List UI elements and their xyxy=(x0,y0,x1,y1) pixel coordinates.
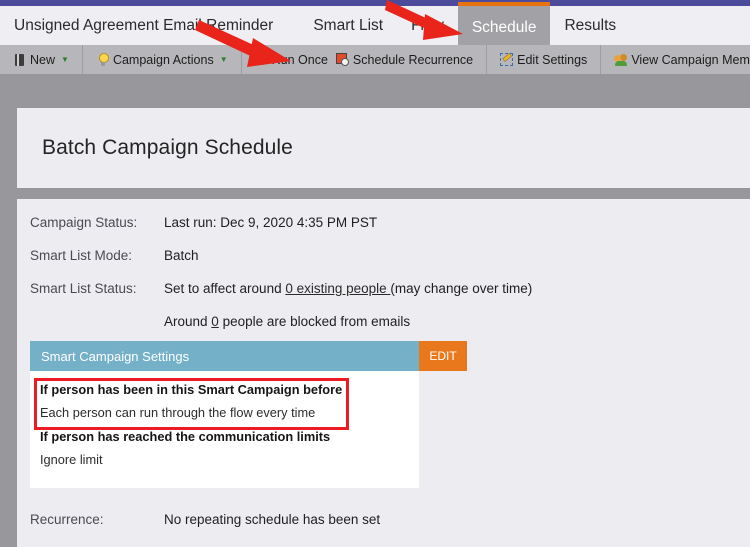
tab-bar: Unsigned Agreement Email Reminder Smart … xyxy=(0,2,750,45)
blocked-prefix: Around xyxy=(164,313,212,329)
schedule-content-panel: Campaign Status: Last run: Dec 9, 2020 4… xyxy=(17,199,750,547)
toolbar-button-label: Campaign Actions xyxy=(112,52,214,67)
new-document-icon xyxy=(13,53,27,67)
page-title-panel: Batch Campaign Schedule xyxy=(17,108,750,188)
chevron-down-icon[interactable]: ▼ xyxy=(61,55,69,64)
row-campaign-status: Campaign Status: Last run: Dec 9, 2020 4… xyxy=(17,215,750,232)
toolbar-button-edit-settings[interactable]: Edit Settings xyxy=(496,52,591,67)
toolbar-button-new[interactable]: New ▼ xyxy=(9,53,73,67)
tab-label: Schedule xyxy=(471,18,537,36)
calendar-clock-icon xyxy=(335,52,350,67)
toolbar-button-label: New xyxy=(30,52,56,67)
row-smart-list-status: Smart List Status: Set to affect around … xyxy=(17,281,750,298)
smart-list-mode-label: Smart List Mode: xyxy=(30,247,133,263)
toolbar-button-campaign-actions[interactable]: Campaign Actions ▼ xyxy=(92,52,232,67)
smart-list-status-value: Set to affect around 0 existing people (… xyxy=(164,281,532,298)
row-blocked-people: Around 0 people are blocked from emails xyxy=(17,314,750,331)
toolbar: New ▼ Campaign Actions ▼ Run Once Schedu… xyxy=(0,45,750,74)
setting-head-campaign-before: If person has been in this Smart Campaig… xyxy=(40,382,343,397)
toolbar-button-run-once[interactable]: Run Once xyxy=(251,53,332,67)
toolbar-button-label: Schedule Recurrence xyxy=(352,52,474,67)
tab-label: Results xyxy=(564,16,617,34)
chevron-down-icon[interactable]: ▼ xyxy=(220,55,228,64)
smart-campaign-settings-card: Smart Campaign Settings EDIT If person h… xyxy=(30,341,467,488)
tab-label: Unsigned Agreement Email Reminder xyxy=(14,16,274,34)
row-recurrence: Recurrence: No repeating schedule has be… xyxy=(30,512,380,527)
blocked-people-value: Around 0 people are blocked from emails xyxy=(164,314,410,331)
recurrence-label: Recurrence: xyxy=(30,512,104,527)
smart-list-status-prefix: Set to affect around xyxy=(164,280,286,296)
lightbulb-icon xyxy=(96,52,110,67)
toolbar-group-campaign-actions: Campaign Actions ▼ xyxy=(83,45,242,74)
toolbar-group-members: View Campaign Members xyxy=(601,45,750,74)
setting-value-communication-limits: Ignore limit xyxy=(40,452,103,467)
tab-flow[interactable]: Flow xyxy=(397,6,458,45)
smart-list-status-label: Smart List Status: xyxy=(30,280,137,296)
setting-head-communication-limits: If person has reached the communication … xyxy=(40,429,331,444)
play-circle-icon xyxy=(255,53,269,67)
campaign-status-value: Last run: Dec 9, 2020 4:35 PM PST xyxy=(164,215,378,230)
toolbar-button-view-campaign-members[interactable]: View Campaign Members xyxy=(610,53,750,67)
page-title: Batch Campaign Schedule xyxy=(42,136,293,159)
blocked-suffix: people are blocked from emails xyxy=(218,313,411,329)
tab-schedule[interactable]: Schedule xyxy=(457,2,551,45)
pencil-icon xyxy=(500,52,514,67)
people-icon xyxy=(614,53,628,67)
settings-card-title: Smart Campaign Settings xyxy=(30,341,419,371)
tab-smart-list[interactable]: Smart List xyxy=(299,6,397,45)
toolbar-group-run: Run Once Schedule Recurrence xyxy=(242,45,488,74)
settings-card-header: Smart Campaign Settings EDIT xyxy=(30,341,480,371)
smart-list-mode-value: Batch xyxy=(164,247,199,263)
recurrence-value: No repeating schedule has been set xyxy=(164,512,381,527)
campaign-status-label: Campaign Status: xyxy=(30,215,138,230)
smart-list-status-suffix: (may change over time) xyxy=(390,280,533,296)
tab-campaign-name[interactable]: Unsigned Agreement Email Reminder xyxy=(0,6,299,45)
blocked-people-link[interactable]: 0 xyxy=(211,314,219,329)
toolbar-button-label: Run Once xyxy=(271,52,328,67)
tab-label: Smart List xyxy=(313,16,384,34)
toolbar-button-schedule-recurrence[interactable]: Schedule Recurrence xyxy=(332,52,477,67)
tab-label: Flow xyxy=(411,16,444,34)
toolbar-button-label: View Campaign Members xyxy=(631,52,750,67)
settings-card-body: If person has been in this Smart Campaig… xyxy=(30,371,419,488)
edit-button[interactable]: EDIT xyxy=(419,341,467,371)
toolbar-button-label: Edit Settings xyxy=(517,52,588,67)
setting-value-campaign-before: Each person can run through the flow eve… xyxy=(40,405,316,420)
tab-results[interactable]: Results xyxy=(550,6,630,45)
row-smart-list-mode: Smart List Mode: Batch xyxy=(17,248,750,265)
toolbar-group-new: New ▼ xyxy=(0,45,83,74)
toolbar-group-edit-settings: Edit Settings xyxy=(487,45,602,74)
existing-people-link[interactable]: 0 existing people xyxy=(285,281,390,296)
